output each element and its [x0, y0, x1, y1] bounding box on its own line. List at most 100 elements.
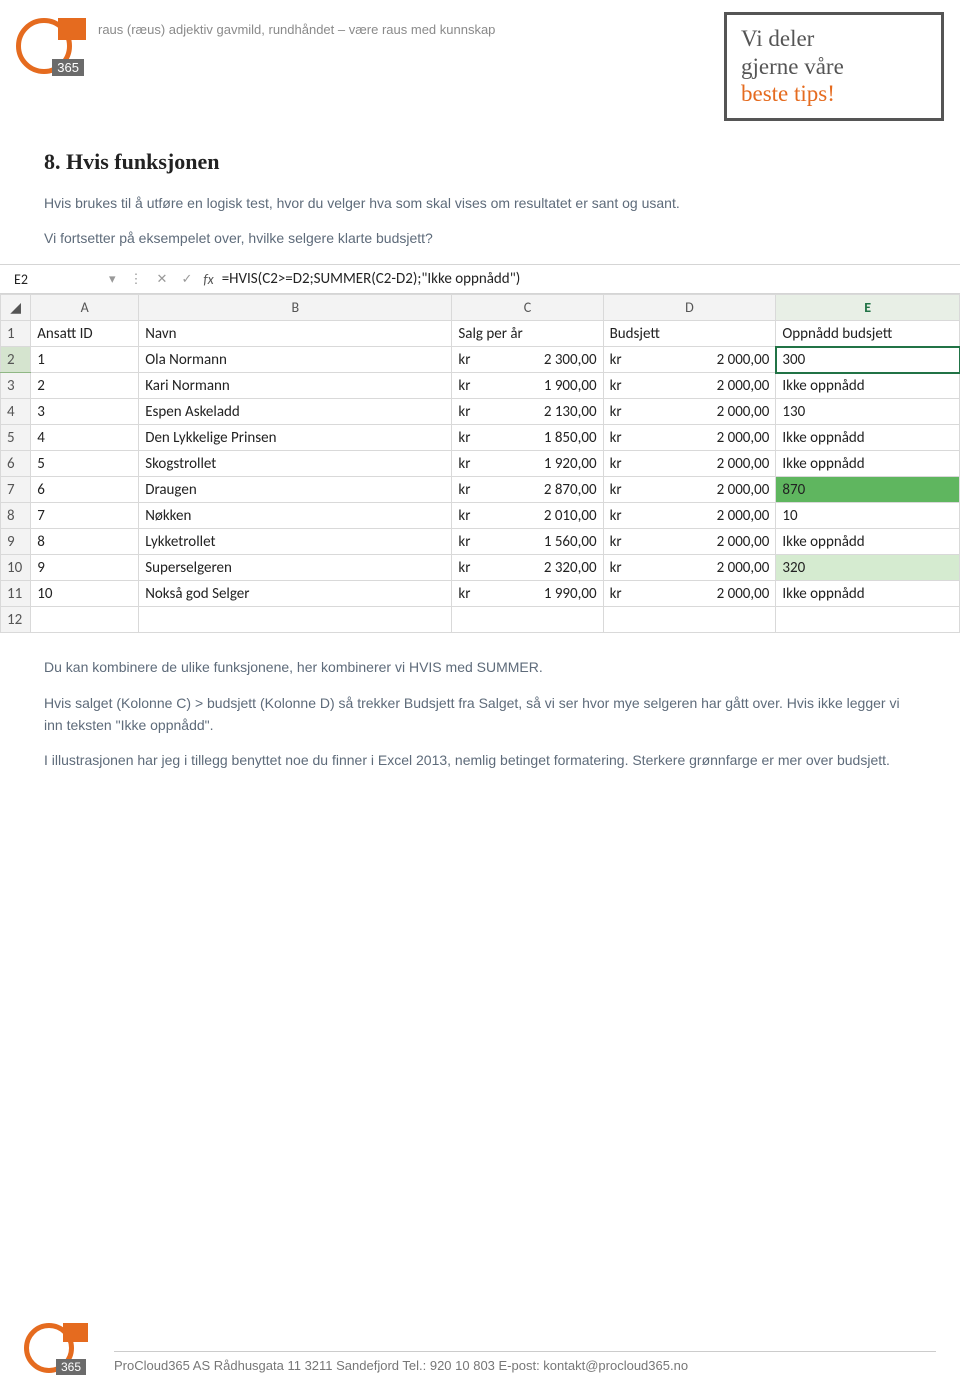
logo-365-badge: 365: [56, 1359, 86, 1375]
table-row: 54Den Lykkelige Prinsenkr1 850,00kr2 000…: [1, 425, 960, 451]
cell-oppnadd[interactable]: Ikke oppnådd: [776, 373, 960, 399]
separator-icon: ⋮: [127, 272, 146, 287]
fx-icon[interactable]: fx: [203, 271, 213, 288]
paragraph-1: Hvis brukes til å utføre en logisk test,…: [44, 193, 916, 215]
cell-budsjett[interactable]: kr2 000,00: [603, 555, 776, 581]
row-header[interactable]: 4: [1, 399, 31, 425]
footer-contact-text: ProCloud365 AS Rådhusgata 11 3211 Sandef…: [114, 1351, 936, 1381]
page-footer: 365 ProCloud365 AS Rådhusgata 11 3211 Sa…: [0, 1317, 960, 1381]
cell-navn[interactable]: Superselgeren: [139, 555, 452, 581]
cell-budsjett[interactable]: kr2 000,00: [603, 529, 776, 555]
formula-text[interactable]: =HVIS(C2>=D2;SUMMER(C2-D2);"Ikke oppnådd…: [222, 270, 521, 288]
header-salg[interactable]: Salg per år: [452, 321, 603, 347]
cell-ansatt-id[interactable]: 6: [31, 477, 139, 503]
cell-navn[interactable]: Lykketrollet: [139, 529, 452, 555]
cell-oppnadd[interactable]: Ikke oppnådd: [776, 451, 960, 477]
cell-salg[interactable]: kr1 900,00: [452, 373, 603, 399]
cell-salg[interactable]: kr1 990,00: [452, 581, 603, 607]
tip-line3: beste tips!: [741, 80, 923, 108]
row-header[interactable]: 12: [1, 607, 31, 633]
logo-365-badge: 365: [52, 59, 84, 76]
table-row: 98Lykketrolletkr1 560,00kr2 000,00Ikke o…: [1, 529, 960, 555]
cell-ansatt-id[interactable]: 2: [31, 373, 139, 399]
cell-salg[interactable]: kr1 920,00: [452, 451, 603, 477]
cell-ansatt-id[interactable]: 7: [31, 503, 139, 529]
col-header-c[interactable]: C: [452, 295, 603, 321]
cell-oppnadd[interactable]: 320: [776, 555, 960, 581]
row-header[interactable]: 1: [1, 321, 31, 347]
cell-budsjett[interactable]: kr2 000,00: [603, 581, 776, 607]
header-navn[interactable]: Navn: [139, 321, 452, 347]
cell-oppnadd[interactable]: 870: [776, 477, 960, 503]
cell-budsjett[interactable]: kr2 000,00: [603, 451, 776, 477]
cell-navn[interactable]: Kari Normann: [139, 373, 452, 399]
cell-ansatt-id[interactable]: 3: [31, 399, 139, 425]
row-header[interactable]: 11: [1, 581, 31, 607]
cancel-icon[interactable]: ✕: [154, 272, 171, 287]
logo: 365: [16, 12, 86, 82]
row-header[interactable]: 10: [1, 555, 31, 581]
table-row: 32Kari Normannkr1 900,00kr2 000,00Ikke o…: [1, 373, 960, 399]
select-all-corner[interactable]: ◢: [1, 295, 31, 321]
cell-salg[interactable]: kr2 870,00: [452, 477, 603, 503]
cell-ansatt-id[interactable]: 9: [31, 555, 139, 581]
cell-navn[interactable]: Draugen: [139, 477, 452, 503]
cell-oppnadd[interactable]: Ikke oppnådd: [776, 581, 960, 607]
page-header: 365 raus (ræus) adjektiv gavmild, rundhå…: [0, 0, 960, 121]
cell-budsjett[interactable]: kr2 000,00: [603, 347, 776, 373]
col-header-d[interactable]: D: [603, 295, 776, 321]
row-header[interactable]: 5: [1, 425, 31, 451]
empty-row: 12: [1, 607, 960, 633]
tip-box: Vi deler gjerne våre beste tips!: [724, 12, 944, 121]
cell-salg[interactable]: kr2 010,00: [452, 503, 603, 529]
data-header-row: 1 Ansatt ID Navn Salg per år Budsjett Op…: [1, 321, 960, 347]
cell-oppnadd[interactable]: 130: [776, 399, 960, 425]
row-header[interactable]: 9: [1, 529, 31, 555]
cell-navn[interactable]: Skogstrollet: [139, 451, 452, 477]
cell-navn[interactable]: Nøkken: [139, 503, 452, 529]
row-header[interactable]: 8: [1, 503, 31, 529]
cell-budsjett[interactable]: kr2 000,00: [603, 425, 776, 451]
cell-budsjett[interactable]: kr2 000,00: [603, 373, 776, 399]
cell-ansatt-id[interactable]: 4: [31, 425, 139, 451]
cell-oppnadd[interactable]: Ikke oppnådd: [776, 425, 960, 451]
cell-budsjett[interactable]: kr2 000,00: [603, 477, 776, 503]
col-header-a[interactable]: A: [31, 295, 139, 321]
header-ansatt-id[interactable]: Ansatt ID: [31, 321, 139, 347]
row-header[interactable]: 6: [1, 451, 31, 477]
cell-ansatt-id[interactable]: 10: [31, 581, 139, 607]
cell-oppnadd[interactable]: 10: [776, 503, 960, 529]
excel-screenshot: E2 ▾ ⋮ ✕ ✓ fx =HVIS(C2>=D2;SUMMER(C2-D2)…: [0, 264, 960, 633]
cell-navn[interactable]: Den Lykkelige Prinsen: [139, 425, 452, 451]
row-header[interactable]: 3: [1, 373, 31, 399]
cell-ansatt-id[interactable]: 8: [31, 529, 139, 555]
cell-navn[interactable]: Ola Normann: [139, 347, 452, 373]
dropdown-icon[interactable]: ▾: [106, 272, 119, 287]
table-row: 65Skogstrolletkr1 920,00kr2 000,00Ikke o…: [1, 451, 960, 477]
col-header-b[interactable]: B: [139, 295, 452, 321]
cell-salg[interactable]: kr2 130,00: [452, 399, 603, 425]
name-box[interactable]: E2: [8, 269, 98, 290]
cell-salg[interactable]: kr1 560,00: [452, 529, 603, 555]
tagline-text: raus (ræus) adjektiv gavmild, rundhåndet…: [98, 22, 724, 37]
cell-salg[interactable]: kr2 300,00: [452, 347, 603, 373]
cell-salg[interactable]: kr2 320,00: [452, 555, 603, 581]
header-budsjett[interactable]: Budsjett: [603, 321, 776, 347]
header-oppnadd[interactable]: Oppnådd budsjett: [776, 321, 960, 347]
cell-ansatt-id[interactable]: 5: [31, 451, 139, 477]
row-header[interactable]: 2: [1, 347, 31, 373]
table-row: 76Draugenkr2 870,00kr2 000,00870: [1, 477, 960, 503]
cell-navn[interactable]: Espen Askeladd: [139, 399, 452, 425]
cell-salg[interactable]: kr1 850,00: [452, 425, 603, 451]
col-header-e[interactable]: E: [776, 295, 960, 321]
table-row: 1110Nokså god Selgerkr1 990,00kr2 000,00…: [1, 581, 960, 607]
cell-oppnadd[interactable]: Ikke oppnådd: [776, 529, 960, 555]
cell-oppnadd[interactable]: 300: [776, 347, 960, 373]
cell-budsjett[interactable]: kr2 000,00: [603, 503, 776, 529]
row-header[interactable]: 7: [1, 477, 31, 503]
confirm-icon[interactable]: ✓: [178, 272, 195, 287]
cell-ansatt-id[interactable]: 1: [31, 347, 139, 373]
cell-navn[interactable]: Nokså god Selger: [139, 581, 452, 607]
spreadsheet-grid[interactable]: ◢ A B C D E 1 Ansatt ID Navn Salg per år…: [0, 294, 960, 633]
cell-budsjett[interactable]: kr2 000,00: [603, 399, 776, 425]
